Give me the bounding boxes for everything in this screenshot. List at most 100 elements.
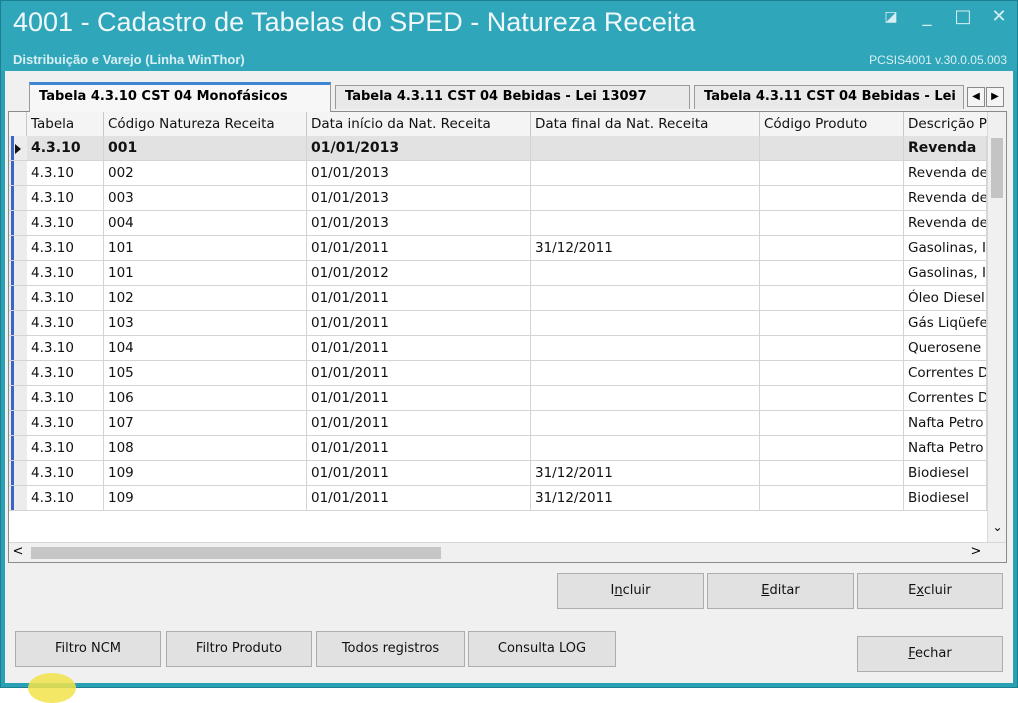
row-selector[interactable]	[9, 236, 27, 261]
row-selector[interactable]	[9, 486, 27, 511]
cell-data-inicio[interactable]: 01/01/2013	[307, 211, 531, 236]
scroll-left-icon[interactable]: <	[9, 543, 27, 562]
cell-codigo-produto[interactable]	[760, 436, 904, 461]
row-selector[interactable]	[9, 311, 27, 336]
cell-data-final[interactable]	[531, 211, 760, 236]
cell-data-inicio[interactable]: 01/01/2011	[307, 436, 531, 461]
table-row[interactable]: 4.3.10 104 01/01/2011 Querosene	[27, 336, 987, 361]
table-row[interactable]: 4.3.10 106 01/01/2011 Correntes D	[27, 386, 987, 411]
cell-data-inicio[interactable]: 01/01/2013	[307, 136, 531, 161]
cell-codigo-produto[interactable]	[760, 186, 904, 211]
column-header-codigo-produto[interactable]: Código Produto	[760, 112, 904, 136]
cell-codigo-natureza[interactable]: 109	[104, 486, 307, 511]
cell-data-final[interactable]	[531, 161, 760, 186]
tab-cst04-monofasicos[interactable]: Tabela 4.3.10 CST 04 Monofásicos	[29, 82, 331, 112]
cell-codigo-natureza[interactable]: 104	[104, 336, 307, 361]
cell-descricao[interactable]: Óleo Diesel	[904, 286, 987, 311]
cell-codigo-natureza[interactable]: 102	[104, 286, 307, 311]
scroll-down-icon[interactable]: ⌄	[988, 517, 1006, 537]
row-selector[interactable]	[9, 361, 27, 386]
title-bar[interactable]: 4001 - Cadastro de Tabelas do SPED - Nat…	[1, 1, 1017, 71]
column-header-codigo-natureza[interactable]: Código Natureza Receita	[104, 112, 307, 136]
cell-data-final[interactable]: 31/12/2011	[531, 236, 760, 261]
cell-data-inicio[interactable]: 01/01/2011	[307, 411, 531, 436]
cell-data-final[interactable]	[531, 136, 760, 161]
tab-scroll-left-icon[interactable]: ◀	[967, 87, 985, 107]
cell-descricao[interactable]: Gás Liqüefe	[904, 311, 987, 336]
table-row[interactable]: 4.3.10 004 01/01/2013 Revenda de	[27, 211, 987, 236]
cell-codigo-produto[interactable]	[760, 411, 904, 436]
table-row[interactable]: 4.3.10 002 01/01/2013 Revenda de	[27, 161, 987, 186]
cell-data-final[interactable]	[531, 186, 760, 211]
cell-codigo-produto[interactable]	[760, 161, 904, 186]
scroll-right-icon[interactable]: >	[967, 543, 985, 562]
cell-data-final[interactable]: 31/12/2011	[531, 486, 760, 511]
column-header-data-inicio[interactable]: Data início da Nat. Receita	[307, 112, 531, 136]
cell-data-inicio[interactable]: 01/01/2011	[307, 361, 531, 386]
row-selector[interactable]	[9, 136, 27, 161]
filtro-ncm-button[interactable]: Filtro NCM	[15, 631, 161, 667]
column-header-data-final[interactable]: Data final da Nat. Receita	[531, 112, 760, 136]
cell-tabela[interactable]: 4.3.10	[27, 161, 104, 186]
cell-codigo-natureza[interactable]: 004	[104, 211, 307, 236]
cell-tabela[interactable]: 4.3.10	[27, 186, 104, 211]
cell-tabela[interactable]: 4.3.10	[27, 361, 104, 386]
tab-cst04-bebidas[interactable]: Tabela 4.3.11 CST 04 Bebidas - Lei	[694, 85, 964, 109]
cell-codigo-produto[interactable]	[760, 261, 904, 286]
cell-descricao[interactable]: Nafta Petro	[904, 411, 987, 436]
row-selector[interactable]	[9, 411, 27, 436]
cell-codigo-natureza[interactable]: 106	[104, 386, 307, 411]
cell-descricao[interactable]: Biodiesel	[904, 461, 987, 486]
cell-codigo-natureza[interactable]: 003	[104, 186, 307, 211]
cell-data-inicio[interactable]: 01/01/2013	[307, 161, 531, 186]
cell-data-inicio[interactable]: 01/01/2012	[307, 261, 531, 286]
row-selector[interactable]	[9, 186, 27, 211]
table-row[interactable]: 4.3.10 108 01/01/2011 Nafta Petro	[27, 436, 987, 461]
cell-data-final[interactable]	[531, 361, 760, 386]
cell-tabela[interactable]: 4.3.10	[27, 236, 104, 261]
cell-codigo-natureza[interactable]: 105	[104, 361, 307, 386]
row-selector[interactable]	[9, 461, 27, 486]
consulta-log-button[interactable]: Consulta LOG	[468, 631, 616, 667]
cell-data-final[interactable]	[531, 286, 760, 311]
table-row[interactable]: 4.3.10 109 01/01/2011 31/12/2011 Biodiesel	[27, 461, 987, 486]
cell-codigo-produto[interactable]	[760, 136, 904, 161]
vertical-scrollbar[interactable]: ⌄	[987, 112, 1006, 542]
cell-codigo-natureza[interactable]: 001	[104, 136, 307, 161]
cell-data-inicio[interactable]: 01/01/2011	[307, 336, 531, 361]
cell-codigo-produto[interactable]	[760, 361, 904, 386]
minimize-button[interactable]: _	[917, 7, 937, 27]
cell-data-inicio[interactable]: 01/01/2011	[307, 386, 531, 411]
row-selector[interactable]	[9, 161, 27, 186]
cell-codigo-produto[interactable]	[760, 286, 904, 311]
table-row[interactable]: 4.3.10 107 01/01/2011 Nafta Petro	[27, 411, 987, 436]
fechar-button[interactable]: Fechar	[857, 636, 1003, 672]
table-row[interactable]: 4.3.10 001 01/01/2013 Revenda	[27, 136, 987, 161]
row-selector[interactable]	[9, 261, 27, 286]
horizontal-scroll-thumb[interactable]	[31, 547, 441, 559]
cell-codigo-natureza[interactable]: 101	[104, 236, 307, 261]
column-header-descricao[interactable]: Descrição P	[904, 112, 987, 136]
cell-descricao[interactable]: Biodiesel	[904, 486, 987, 511]
cell-data-inicio[interactable]: 01/01/2011	[307, 236, 531, 261]
column-header-tabela[interactable]: Tabela	[27, 112, 104, 136]
tab-scroll-right-icon[interactable]: ▶	[986, 87, 1004, 107]
cell-data-inicio[interactable]: 01/01/2011	[307, 486, 531, 511]
editar-button[interactable]: Editar	[707, 573, 854, 609]
cell-descricao[interactable]: Correntes D	[904, 361, 987, 386]
cell-descricao[interactable]: Revenda de	[904, 161, 987, 186]
cell-data-inicio[interactable]: 01/01/2011	[307, 286, 531, 311]
table-row[interactable]: 4.3.10 102 01/01/2011 Óleo Diesel	[27, 286, 987, 311]
data-grid[interactable]: Tabela Código Natureza Receita Data iníc…	[8, 111, 1007, 563]
cell-tabela[interactable]: 4.3.10	[27, 486, 104, 511]
cell-codigo-produto[interactable]	[760, 386, 904, 411]
cell-codigo-produto[interactable]	[760, 486, 904, 511]
cell-tabela[interactable]: 4.3.10	[27, 286, 104, 311]
cell-data-final[interactable]	[531, 386, 760, 411]
table-row[interactable]: 4.3.10 101 01/01/2011 31/12/2011 Gasolinas, …	[27, 236, 987, 261]
table-row[interactable]: 4.3.10 105 01/01/2011 Correntes D	[27, 361, 987, 386]
cell-descricao[interactable]: Correntes D	[904, 386, 987, 411]
cell-data-inicio[interactable]: 01/01/2011	[307, 311, 531, 336]
cell-codigo-produto[interactable]	[760, 336, 904, 361]
cell-descricao[interactable]: Revenda de	[904, 211, 987, 236]
